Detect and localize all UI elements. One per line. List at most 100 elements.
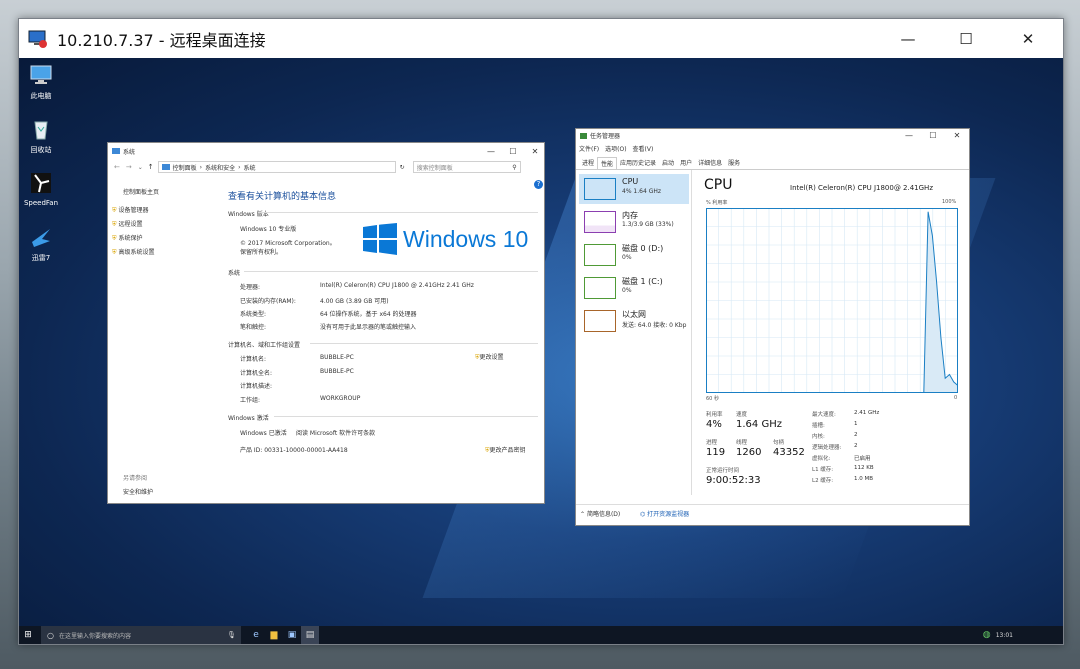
perf-item-name: 磁盘 1 (C:)	[622, 277, 663, 286]
help-icon[interactable]: ?	[534, 180, 543, 189]
license-terms-link[interactable]: 阅读 Microsoft 软件许可条款	[296, 428, 375, 437]
control-panel-icon	[161, 164, 170, 170]
sidebar-link-device-manager[interactable]: ⛨ 设备管理器	[112, 205, 148, 215]
section-windows-edition: Windows 版本	[228, 211, 269, 218]
search-placeholder: 搜索控制面板	[416, 164, 453, 172]
sidebar-link-label: 高级系统设置	[118, 249, 155, 256]
close-button[interactable]: ✕	[999, 19, 1057, 58]
taskmgr-tabs: 进程 性能 应用历史记录 启动 用户 详细信息 服务	[576, 157, 969, 170]
recent-dropdown-icon[interactable]: ⌄	[138, 164, 143, 171]
tab-processes[interactable]: 进程	[579, 157, 597, 169]
open-resource-monitor-link[interactable]: ⌬ 打开资源监视器	[640, 509, 689, 518]
tab-users[interactable]: 用户	[677, 157, 695, 169]
minimize-button[interactable]: —	[879, 19, 937, 58]
start-button[interactable]: ⊞	[19, 626, 37, 644]
cpu-specs: 最大速度: 2.41 GHz 插槽: 1 内核: 2 逻辑处理器: 2 虚拟化: 已启用 …	[812, 410, 879, 487]
shield-icon: ⛨	[112, 221, 117, 228]
fewer-details-label: 简略信息(D)	[586, 511, 621, 518]
perf-item-name: 内存	[622, 211, 638, 220]
menu-file[interactable]: 文件(F)	[579, 144, 599, 153]
graph-grid	[706, 208, 958, 393]
refresh-icon[interactable]: ↻	[400, 164, 405, 171]
perf-item-disk1[interactable]: 磁盘 1 (C:) 0%	[579, 273, 689, 303]
system-minimize-button[interactable]: —	[480, 143, 502, 159]
name-key: 计算机全名:	[240, 370, 273, 377]
control-panel-taskbar-icon[interactable]: ▣	[283, 626, 301, 644]
search-input[interactable]: 搜索控制面板 ⚲	[412, 161, 521, 173]
network-status-icon[interactable]: ◍	[978, 626, 996, 644]
divider	[274, 416, 538, 417]
back-arrow-icon[interactable]: ←	[114, 163, 120, 171]
system-close-button[interactable]: ✕	[524, 143, 544, 159]
system-maximize-button[interactable]: ☐	[502, 143, 524, 159]
menu-options[interactable]: 选项(O)	[605, 144, 626, 153]
breadcrumb-item[interactable]: 控制面板	[173, 163, 197, 172]
chevron-up-icon: ⌃	[580, 511, 586, 518]
cpu-thumbnail	[584, 178, 616, 200]
perf-item-ethernet[interactable]: 以太网 发送: 64.0 接收: 0 Kbp	[579, 306, 689, 336]
processes-label: 进程	[706, 440, 718, 446]
breadcrumb[interactable]: 控制面板 › 系统和安全 › 系统	[157, 161, 396, 173]
cpu-model: Intel(R) Celeron(R) CPU J1800@ 2.41GHz	[790, 184, 933, 192]
change-settings-link[interactable]: ⛨更改设置	[475, 352, 504, 362]
perf-item-disk0[interactable]: 磁盘 0 (D:) 0%	[579, 240, 689, 270]
desktop-icon-computer[interactable]: 此电脑	[19, 64, 63, 101]
spec-key: 已安装的内存(RAM):	[240, 298, 296, 305]
perf-item-memory[interactable]: 内存 1.3/3.9 GB (33%)	[579, 207, 689, 237]
breadcrumb-item[interactable]: 系统和安全	[205, 163, 235, 172]
taskmgr-menu-bar: 文件(F) 选项(O) 查看(V)	[579, 144, 653, 153]
breadcrumb-item[interactable]: 系统	[244, 163, 256, 172]
edge-icon[interactable]: e	[247, 626, 265, 644]
rdp-app-icon	[28, 30, 47, 48]
perf-item-name: 磁盘 0 (D:)	[622, 244, 664, 253]
microphone-icon[interactable]: 🎙	[227, 631, 236, 639]
name-key: 计算机名:	[240, 356, 267, 363]
rdp-title-bar[interactable]: 10.210.7.37 - 远程桌面连接 — ☐ ✕	[19, 19, 1063, 58]
sidebar-link-remote[interactable]: ⛨ 远程设置	[112, 219, 142, 229]
desktop-icon-thunder[interactable]: 迅雷7	[19, 226, 63, 263]
tab-services[interactable]: 服务	[725, 157, 743, 169]
processes-value: 119	[706, 447, 726, 458]
tab-app-history[interactable]: 应用历史记录	[617, 157, 659, 169]
divider	[310, 343, 538, 344]
system-window-icon	[112, 148, 120, 154]
desktop-icon-speedfan[interactable]: SpeedFan	[19, 172, 63, 207]
tab-details[interactable]: 详细信息	[695, 157, 725, 169]
spec-key: 逻辑处理器:	[812, 445, 842, 451]
perf-item-cpu[interactable]: CPU 4% 1.64 GHz	[579, 174, 689, 204]
security-maintenance-link[interactable]: 安全和维护	[123, 487, 153, 496]
maximize-button[interactable]: ☐	[937, 19, 995, 58]
spec-value: 64 位操作系统，基于 x64 的处理器	[320, 311, 417, 318]
system-window: 系统 — ☐ ✕ ← → ⌄ ↑ 控制面板 › 系统和安全 › 系统 ↻ 搜索控…	[107, 142, 545, 504]
up-arrow-icon[interactable]: ↑	[148, 163, 154, 171]
control-panel-home-link[interactable]: 控制面板主页	[123, 187, 159, 196]
menu-view[interactable]: 查看(V)	[633, 144, 654, 153]
tab-startup[interactable]: 启动	[659, 157, 677, 169]
spec-key: 系统类型:	[240, 311, 267, 318]
spec-value: 112 KB	[854, 465, 874, 471]
tab-performance[interactable]: 性能	[597, 157, 618, 169]
taskmgr-close-button[interactable]: ✕	[946, 129, 968, 142]
system-title-bar[interactable]: 系统	[108, 143, 544, 159]
desktop-icon-recycle-bin[interactable]: 回收站	[19, 118, 63, 155]
sidebar-link-advanced[interactable]: ⛨ 高级系统设置	[112, 247, 154, 257]
threads-label: 线程	[736, 440, 748, 446]
utilization-max-label: 100%	[942, 199, 957, 205]
fewer-details-button[interactable]: ⌃ 简略信息(D)	[580, 509, 620, 518]
taskmgr-maximize-button[interactable]: ☐	[922, 129, 944, 142]
taskbar-search-box[interactable]: ○ 在这里输入你要搜索的内容 🎙	[41, 626, 241, 644]
taskmgr-minimize-button[interactable]: —	[898, 129, 920, 142]
taskbar-clock[interactable]: 13:01	[996, 632, 1013, 639]
forward-arrow-icon[interactable]: →	[126, 163, 132, 171]
computer-icon	[30, 65, 52, 84]
activation-status: Windows 已激活	[240, 430, 287, 437]
change-product-key-link[interactable]: ⛨更改产品密钥	[485, 445, 526, 455]
uptime-label: 正常运行时间	[706, 468, 740, 474]
file-explorer-icon[interactable]: ▆	[265, 626, 283, 644]
cpu-utilization-graph	[706, 208, 958, 393]
section-activation: Windows 激活	[228, 415, 269, 422]
rdp-title: 10.210.7.37 - 远程桌面连接	[57, 30, 266, 50]
task-manager-taskbar-icon[interactable]: ▤	[301, 626, 319, 644]
product-id: 产品 ID: 00331-10000-00001-AA418	[240, 447, 348, 454]
sidebar-link-protection[interactable]: ⛨ 系统保护	[112, 233, 142, 243]
